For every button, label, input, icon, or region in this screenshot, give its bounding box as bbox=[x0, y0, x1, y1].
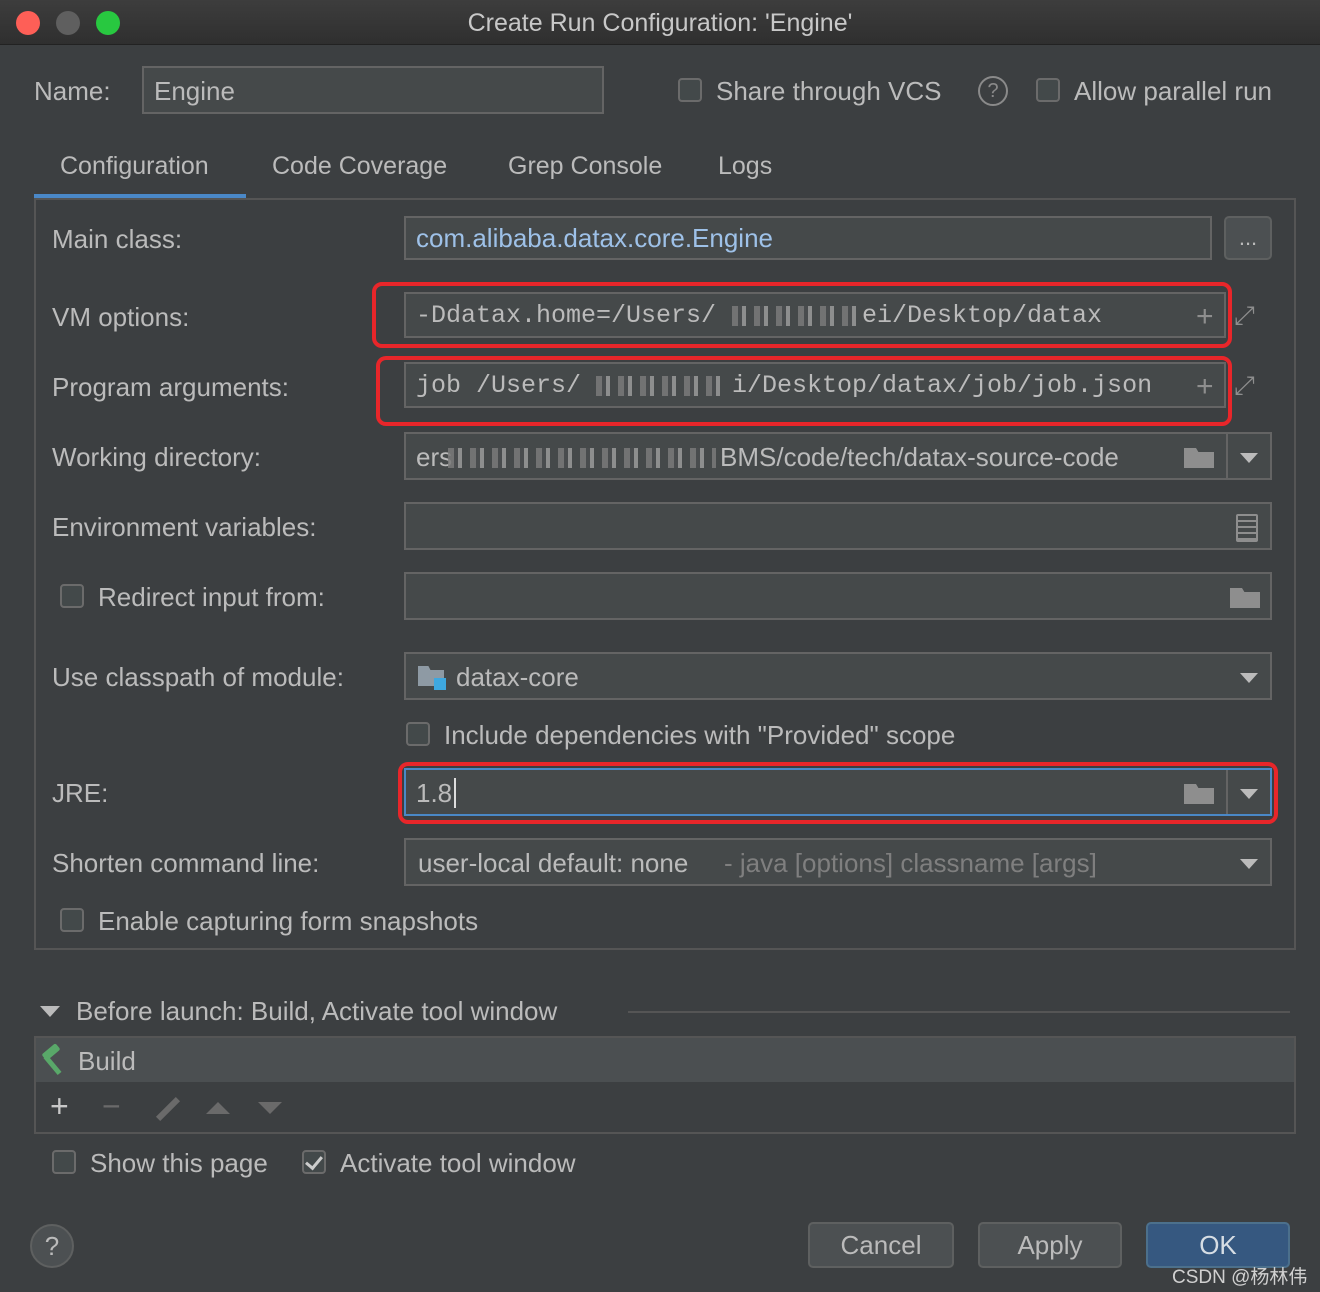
tab-grep-console[interactable]: Grep Console bbox=[508, 152, 662, 181]
jre-label: JRE: bbox=[52, 778, 109, 808]
redirect-input-field[interactable] bbox=[404, 572, 1272, 620]
env-vars-field[interactable] bbox=[404, 502, 1272, 550]
program-args-label: Program arguments: bbox=[52, 372, 289, 402]
section-divider bbox=[628, 1011, 1290, 1013]
capture-snapshots-label: Enable capturing form snapshots bbox=[98, 906, 479, 936]
main-class-value: com.alibaba.datax.core.Engine bbox=[416, 223, 774, 253]
tab-configuration[interactable]: Configuration bbox=[60, 152, 209, 181]
working-dir-value-end: BMS/code/tech/datax-source-code bbox=[720, 442, 1119, 472]
highlight-box-program-args bbox=[376, 356, 1232, 426]
redirect-input-checkbox[interactable] bbox=[60, 584, 84, 608]
hammer-icon bbox=[40, 1043, 68, 1076]
include-provided-label: Include dependencies with "Provided" sco… bbox=[444, 720, 956, 750]
module-badge-icon bbox=[434, 678, 446, 690]
name-field[interactable]: Engine bbox=[142, 66, 604, 114]
checkmark-icon bbox=[305, 1151, 323, 1171]
working-dir-value-start: ers bbox=[416, 442, 453, 472]
build-item-label: Build bbox=[78, 1046, 136, 1076]
watermark: CSDN @杨林伟 bbox=[1172, 1267, 1308, 1288]
highlight-box-vm-options bbox=[372, 282, 1232, 348]
apply-button[interactable]: Apply bbox=[978, 1222, 1122, 1268]
folder-icon[interactable] bbox=[1184, 448, 1214, 468]
shorten-cmd-value: user-local default: none bbox=[418, 848, 689, 878]
env-vars-label: Environment variables: bbox=[52, 512, 317, 542]
move-up-icon[interactable] bbox=[206, 1102, 230, 1114]
show-page-label: Show this page bbox=[90, 1148, 268, 1178]
browse-main-class-button[interactable]: ... bbox=[1224, 216, 1272, 260]
cancel-button[interactable]: Cancel bbox=[808, 1222, 954, 1268]
share-vcs-checkbox[interactable] bbox=[678, 78, 702, 102]
tab-logs[interactable]: Logs bbox=[718, 152, 772, 181]
window-title: Create Run Configuration: 'Engine' bbox=[467, 9, 853, 37]
chevron-down-icon[interactable] bbox=[1240, 859, 1258, 869]
capture-snapshots-checkbox[interactable] bbox=[60, 908, 84, 932]
allow-parallel-label: Allow parallel run bbox=[1074, 76, 1272, 106]
vm-options-label: VM options: bbox=[52, 302, 190, 332]
working-dir-label: Working directory: bbox=[52, 442, 262, 472]
chevron-down-icon[interactable] bbox=[1240, 453, 1258, 463]
add-icon[interactable]: + bbox=[50, 1090, 69, 1122]
folder-icon[interactable] bbox=[1230, 588, 1260, 608]
chevron-down-icon[interactable] bbox=[1240, 673, 1258, 683]
expand-field-icon[interactable]: ⤢ bbox=[1234, 300, 1255, 330]
redirect-input-label: Redirect input from: bbox=[98, 582, 325, 612]
remove-icon[interactable]: − bbox=[102, 1090, 121, 1122]
shorten-cmd-dropdown[interactable]: user-local default: none - java [options… bbox=[404, 838, 1272, 886]
name-label: Name: bbox=[34, 76, 111, 106]
tab-code-coverage[interactable]: Code Coverage bbox=[272, 152, 447, 181]
allow-parallel-checkbox[interactable] bbox=[1036, 78, 1060, 102]
shorten-cmd-hint: - java [options] classname [args] bbox=[724, 848, 1097, 878]
help-button[interactable]: ? bbox=[30, 1224, 74, 1268]
highlight-box-jre bbox=[398, 762, 1278, 824]
help-icon[interactable]: ? bbox=[978, 76, 1008, 106]
document-icon[interactable] bbox=[1236, 514, 1258, 542]
list-item[interactable] bbox=[36, 1038, 1294, 1082]
collapse-triangle-icon[interactable] bbox=[40, 1006, 60, 1017]
move-down-icon[interactable] bbox=[258, 1102, 282, 1114]
working-dir-field[interactable]: ers BMS/code/tech/datax-source-code bbox=[404, 432, 1272, 480]
share-vcs-label: Share through VCS bbox=[716, 76, 942, 106]
activate-tool-label: Activate tool window bbox=[340, 1148, 576, 1178]
main-class-label: Main class: bbox=[52, 224, 183, 254]
before-launch-title: Before launch: Build, Activate tool wind… bbox=[76, 996, 558, 1026]
redacted-path bbox=[448, 448, 716, 468]
classpath-module-value: datax-core bbox=[456, 662, 579, 692]
name-value: Engine bbox=[154, 76, 235, 106]
dropdown-separator bbox=[1226, 434, 1228, 478]
expand-field-icon[interactable]: ⤢ bbox=[1234, 370, 1255, 400]
classpath-module-label: Use classpath of module: bbox=[52, 662, 344, 692]
shorten-cmd-label: Shorten command line: bbox=[52, 848, 320, 878]
main-class-field[interactable]: com.alibaba.datax.core.Engine bbox=[404, 216, 1212, 260]
show-page-checkbox[interactable] bbox=[52, 1150, 76, 1174]
include-provided-checkbox[interactable] bbox=[406, 722, 430, 746]
classpath-module-dropdown[interactable]: datax-core bbox=[404, 652, 1272, 700]
activate-tool-checkbox[interactable] bbox=[302, 1150, 326, 1174]
